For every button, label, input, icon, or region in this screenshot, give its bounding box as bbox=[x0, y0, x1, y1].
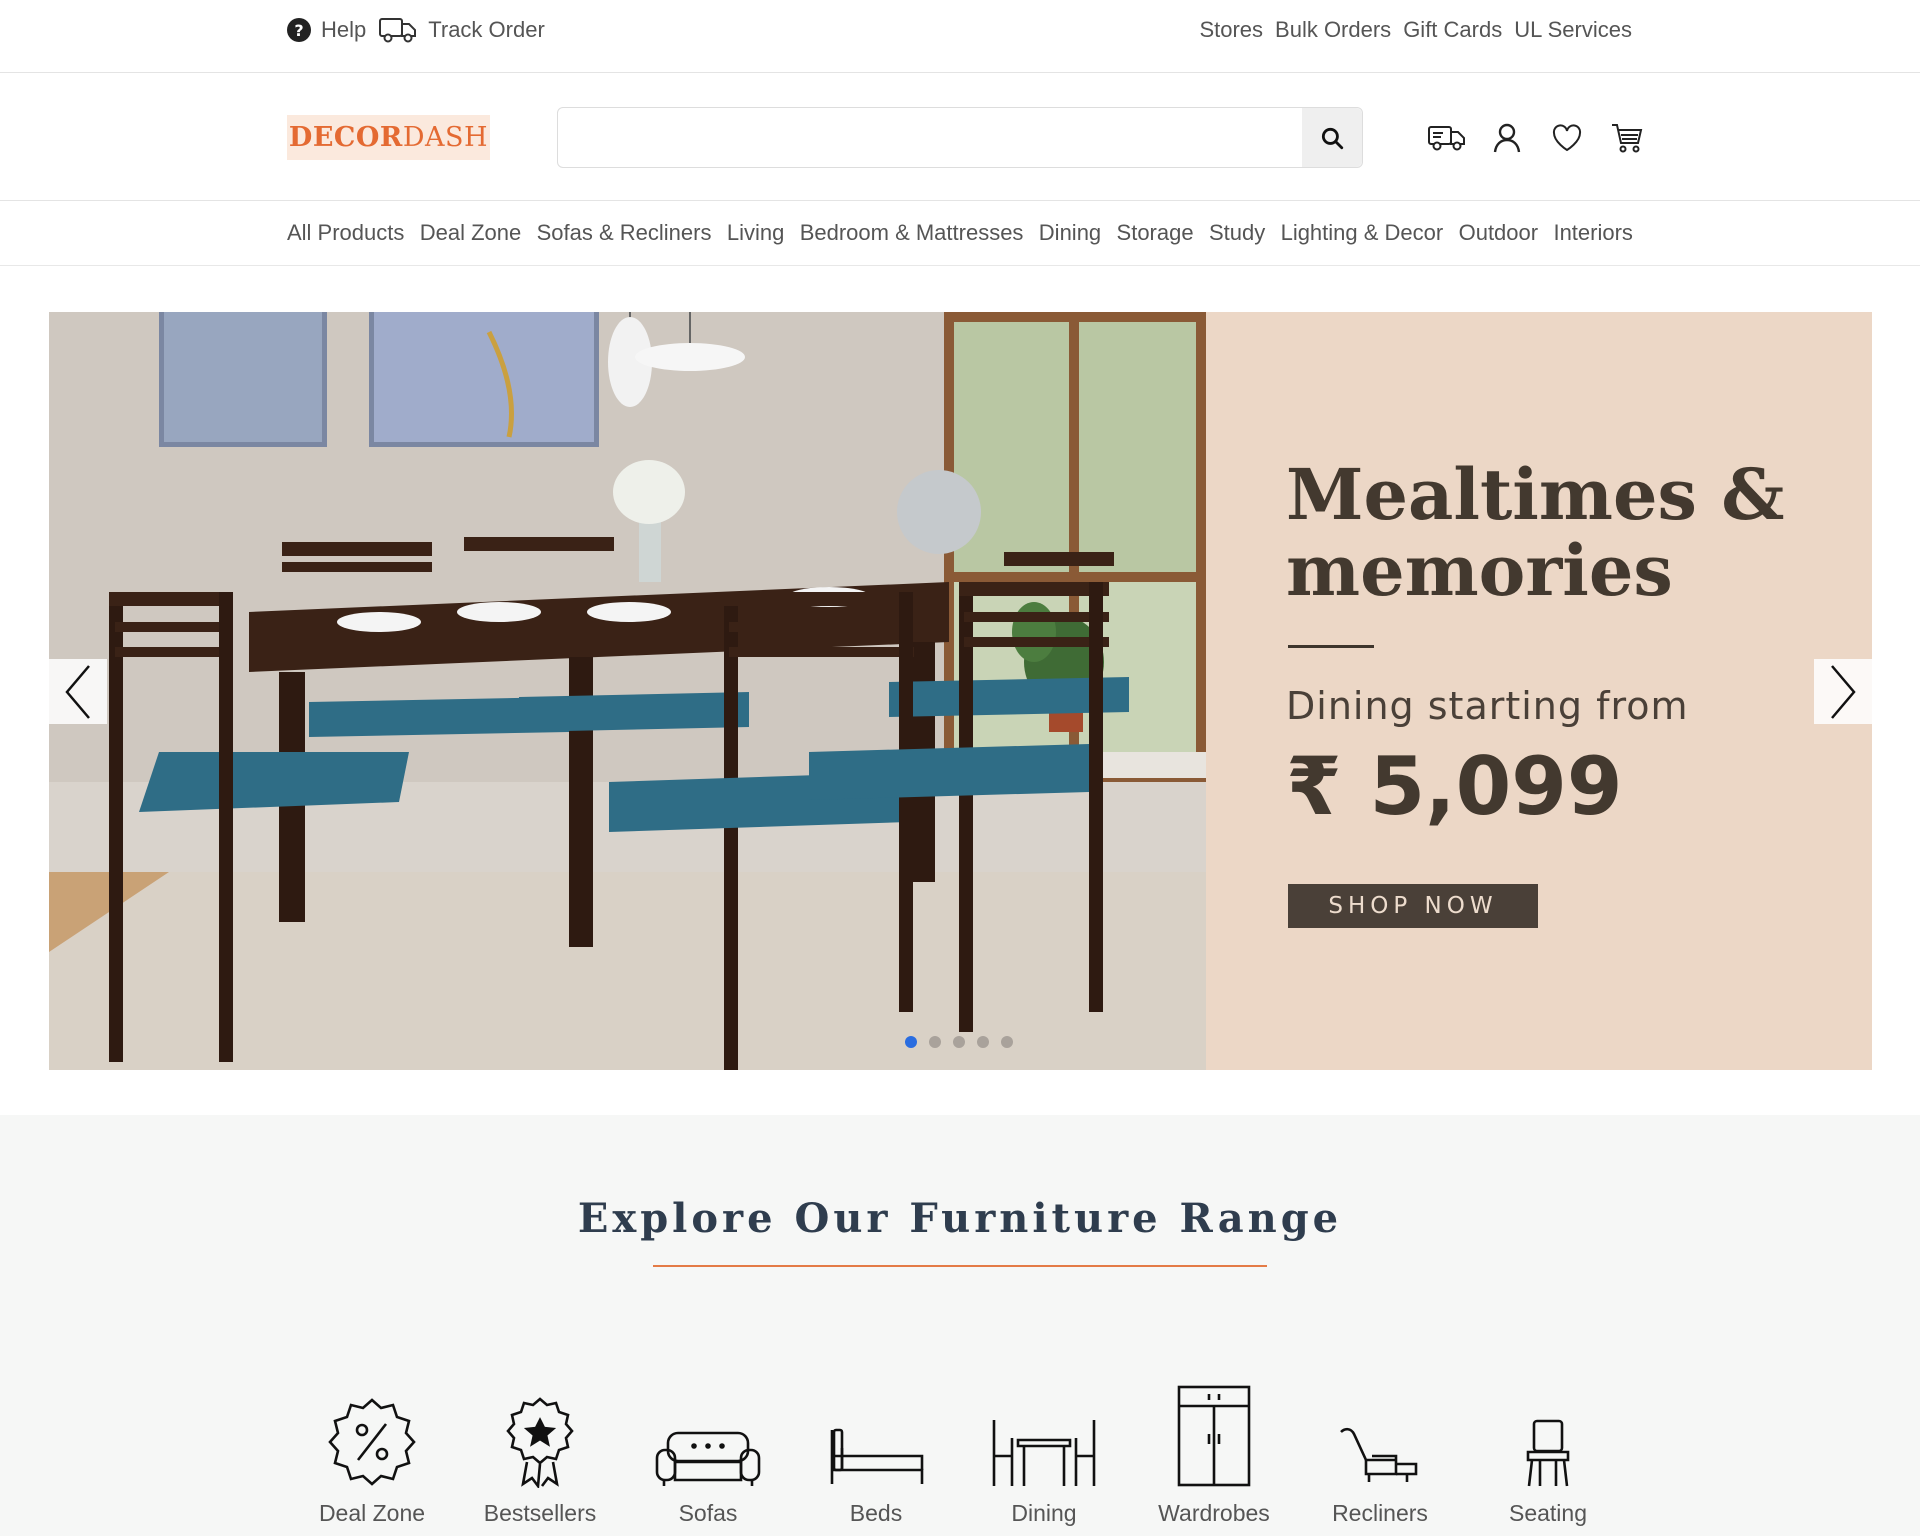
hero-price: ₹ 5,099 bbox=[1286, 740, 1623, 833]
search-bar bbox=[557, 107, 1363, 168]
category-label-bestsellers: Bestsellers bbox=[483, 1500, 597, 1526]
category-label-beds: Beds bbox=[849, 1500, 903, 1526]
chevron-left-icon bbox=[63, 663, 93, 721]
sofa-icon bbox=[654, 1430, 762, 1488]
carousel-prev-button[interactable] bbox=[49, 659, 107, 724]
delivery-truck-icon[interactable] bbox=[1427, 118, 1467, 158]
ul-services-link[interactable]: UL Services bbox=[1514, 17, 1632, 43]
category-label-sofas: Sofas bbox=[678, 1500, 738, 1526]
nav-outdoor[interactable]: Outdoor bbox=[1459, 220, 1539, 246]
logo-part-decor: DECOR bbox=[288, 122, 403, 153]
carousel-dot-5[interactable] bbox=[1001, 1036, 1013, 1048]
stores-link[interactable]: Stores bbox=[1199, 17, 1263, 43]
explore-furniture-section: Explore Our Furniture Range Deal Zone Be… bbox=[0, 1115, 1920, 1536]
category-tile-wardrobes[interactable]: Wardrobes bbox=[1134, 1370, 1294, 1527]
nav-deal-zone[interactable]: Deal Zone bbox=[420, 220, 522, 246]
logo-part-dash: DASH bbox=[402, 122, 489, 153]
help-icon[interactable]: ? bbox=[287, 18, 311, 42]
wardrobe-icon bbox=[1176, 1384, 1252, 1488]
explore-title: Explore Our Furniture Range bbox=[577, 1195, 1343, 1242]
category-label-deal-zone: Deal Zone bbox=[318, 1500, 426, 1526]
utility-right: Stores Bulk Orders Gift Cards UL Service… bbox=[1199, 0, 1632, 60]
nav-study[interactable]: Study bbox=[1209, 220, 1265, 246]
bed-icon bbox=[828, 1426, 924, 1488]
chair-icon bbox=[1524, 1418, 1572, 1488]
nav-interiors[interactable]: Interiors bbox=[1553, 220, 1632, 246]
search-button[interactable] bbox=[1302, 108, 1362, 167]
category-tile-beds[interactable]: Beds bbox=[796, 1370, 956, 1527]
search-icon bbox=[1319, 125, 1345, 151]
header-icons bbox=[1427, 118, 1647, 158]
track-order-link[interactable]: Track Order bbox=[428, 17, 545, 43]
user-icon[interactable] bbox=[1487, 118, 1527, 158]
category-tile-bestsellers[interactable]: Bestsellers bbox=[460, 1370, 620, 1527]
cart-icon[interactable] bbox=[1607, 118, 1647, 158]
gift-cards-link[interactable]: Gift Cards bbox=[1403, 17, 1502, 43]
carousel-dot-4[interactable] bbox=[977, 1036, 989, 1048]
carousel-dots bbox=[905, 1036, 1013, 1048]
carousel-next-button[interactable] bbox=[1814, 659, 1872, 724]
recliner-icon bbox=[1337, 1424, 1423, 1488]
main-header: DECOR DASH bbox=[0, 73, 1920, 201]
hero-dining-room-image bbox=[49, 312, 1206, 1070]
shop-now-button[interactable]: SHOP NOW bbox=[1288, 884, 1538, 928]
nav-all-products[interactable]: All Products bbox=[287, 220, 404, 246]
discount-badge-icon bbox=[326, 1396, 418, 1488]
help-link[interactable]: Help bbox=[321, 17, 366, 43]
top-utility-bar: ? Help Track Order Stores Bulk Orders Gi… bbox=[0, 0, 1920, 73]
category-tile-sofas[interactable]: Sofas bbox=[628, 1370, 788, 1527]
category-nav: All Products Deal Zone Sofas & Recliners… bbox=[0, 201, 1920, 266]
category-tile-deal-zone[interactable]: Deal Zone bbox=[292, 1370, 452, 1527]
category-label-wardrobes: Wardrobes bbox=[1158, 1500, 1270, 1526]
award-ribbon-icon bbox=[503, 1396, 577, 1488]
explore-title-underline bbox=[653, 1265, 1267, 1267]
carousel-dot-2[interactable] bbox=[929, 1036, 941, 1048]
track-truck-icon[interactable] bbox=[378, 16, 418, 44]
nav-bedroom-mattresses[interactable]: Bedroom & Mattresses bbox=[800, 220, 1024, 246]
category-tile-dining[interactable]: Dining bbox=[964, 1370, 1124, 1527]
hero-divider bbox=[1288, 645, 1374, 648]
chevron-right-icon bbox=[1828, 663, 1858, 721]
hero-banner[interactable]: Mealtimes & memories Dining starting fro… bbox=[49, 312, 1872, 1070]
category-tile-seating[interactable]: Seating bbox=[1468, 1370, 1628, 1527]
nav-dining[interactable]: Dining bbox=[1039, 220, 1101, 246]
site-logo[interactable]: DECOR DASH bbox=[287, 115, 490, 160]
carousel-dot-1[interactable] bbox=[905, 1036, 917, 1048]
heart-icon[interactable] bbox=[1547, 118, 1587, 158]
search-input[interactable] bbox=[572, 118, 1232, 158]
utility-left: ? Help Track Order bbox=[287, 0, 545, 60]
category-label-seating: Seating bbox=[1508, 1500, 1587, 1526]
hero-title-line-1: Mealtimes & bbox=[1286, 453, 1785, 536]
hero-title-line-2: memories bbox=[1286, 529, 1673, 612]
hero-promo-panel: Mealtimes & memories Dining starting fro… bbox=[1206, 312, 1872, 1070]
nav-living[interactable]: Living bbox=[727, 220, 784, 246]
nav-lighting-decor[interactable]: Lighting & Decor bbox=[1281, 220, 1444, 246]
nav-sofas-recliners[interactable]: Sofas & Recliners bbox=[537, 220, 712, 246]
hero-subtitle: Dining starting from bbox=[1286, 684, 1689, 728]
category-label-dining: Dining bbox=[1011, 1500, 1077, 1526]
hero-title: Mealtimes & memories bbox=[1286, 457, 1846, 609]
nav-storage[interactable]: Storage bbox=[1117, 220, 1194, 246]
category-label-recliners: Recliners bbox=[1332, 1500, 1428, 1526]
carousel-dot-3[interactable] bbox=[953, 1036, 965, 1048]
category-tile-recliners[interactable]: Recliners bbox=[1300, 1370, 1460, 1527]
bulk-orders-link[interactable]: Bulk Orders bbox=[1275, 17, 1391, 43]
dining-table-icon bbox=[990, 1416, 1098, 1488]
